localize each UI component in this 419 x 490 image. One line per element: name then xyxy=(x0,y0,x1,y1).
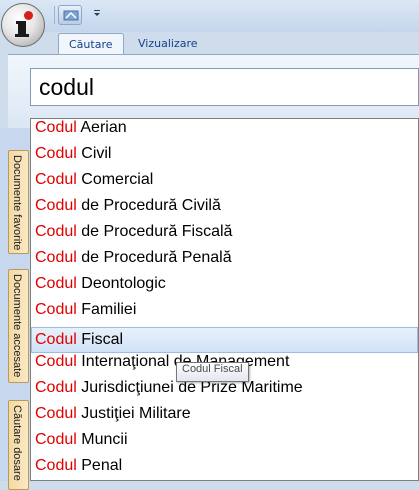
quick-access-separator xyxy=(54,6,55,24)
tab-vizualizare[interactable]: Vizualizare xyxy=(128,33,208,55)
match-text: Codul xyxy=(35,171,77,188)
suggestion-text: de Procedură Civilă xyxy=(76,197,221,214)
match-text: Codul xyxy=(35,145,77,162)
match-text: Codul xyxy=(35,249,77,266)
suggestion-item[interactable]: Codul Aerian xyxy=(31,119,418,145)
side-tab-documente-accesate[interactable]: Documente accesate xyxy=(8,269,29,383)
search-box[interactable] xyxy=(30,68,419,106)
match-text: Codul xyxy=(35,119,77,136)
suggestion-text: Civil xyxy=(76,145,112,162)
suggestion-item[interactable]: Codul Penal xyxy=(31,457,418,480)
match-text: Codul xyxy=(35,405,77,422)
match-text: Codul xyxy=(35,275,77,292)
suggestion-list: Codul Aerian Codul Civil Codul Comercial… xyxy=(30,118,419,481)
suggestion-text: de Procedură Penală xyxy=(76,249,232,266)
search-input[interactable] xyxy=(39,71,409,103)
suggestion-text: Deontologic xyxy=(76,275,166,292)
quick-access-button[interactable] xyxy=(58,5,82,25)
suggestion-item-hovered[interactable]: Codul Fiscal xyxy=(31,327,418,353)
customize-quick-access-icon[interactable] xyxy=(92,9,102,19)
match-text: Codul xyxy=(35,379,77,396)
suggestion-item[interactable]: Codul Civil xyxy=(31,145,418,171)
side-tab-documente-favorite[interactable]: Documente favorite xyxy=(8,150,29,254)
side-tab-label: Căutare dosare xyxy=(11,405,23,481)
suggestion-text: Comercial xyxy=(76,171,154,188)
suggestion-text: Aerian xyxy=(76,119,127,136)
title-bar xyxy=(0,0,419,32)
suggestion-item[interactable]: Codul de Procedură Civilă xyxy=(31,197,418,223)
suggestion-item[interactable]: Codul Muncii xyxy=(31,431,418,457)
side-tab-label: Documente favorite xyxy=(11,155,23,251)
match-text: Codul xyxy=(35,457,77,474)
ribbon-tabs: Căutare Vizualizare xyxy=(48,33,419,55)
side-tab-strip: Documente favorite Documente accesate Că… xyxy=(0,128,30,490)
suggestion-item[interactable]: Codul Jurisdicţiunei de Prize Maritime xyxy=(31,379,418,405)
suggestion-text: Fiscal xyxy=(76,331,124,348)
suggestion-item[interactable]: Codul de Procedură Penală xyxy=(31,249,418,275)
tooltip: Codul Fiscal xyxy=(176,362,249,382)
tab-cautare[interactable]: Căutare xyxy=(58,33,124,55)
match-text: Codul xyxy=(35,431,77,448)
match-text: Codul xyxy=(35,197,77,214)
suggestion-text: Familiei xyxy=(76,301,137,318)
side-tab-cautare-dosare[interactable]: Căutare dosare xyxy=(8,400,29,490)
side-tab-label: Documente accesate xyxy=(11,274,23,378)
suggestion-text: Muncii xyxy=(76,431,128,448)
match-text: Codul xyxy=(35,301,77,318)
match-text: Codul xyxy=(35,331,77,348)
suggestion-item[interactable]: Codul Comercial xyxy=(31,171,418,197)
suggestion-item[interactable]: Codul de Procedură Fiscală xyxy=(31,223,418,249)
suggestion-item[interactable]: Codul Familiei xyxy=(31,301,418,327)
application-menu-button[interactable] xyxy=(1,3,45,47)
match-text: Codul xyxy=(35,353,77,370)
suggestion-item[interactable]: Codul Justiţiei Militare xyxy=(31,405,418,431)
tools-icon xyxy=(63,10,79,21)
suggestion-text: Penal xyxy=(76,457,123,474)
suggestion-text: de Procedură Fiscală xyxy=(76,223,233,240)
suggestion-item[interactable]: Codul Deontologic xyxy=(31,275,418,301)
match-text: Codul xyxy=(35,223,77,240)
suggestion-text: Justiţiei Militare xyxy=(76,405,191,422)
app-logo-icon xyxy=(10,10,36,40)
